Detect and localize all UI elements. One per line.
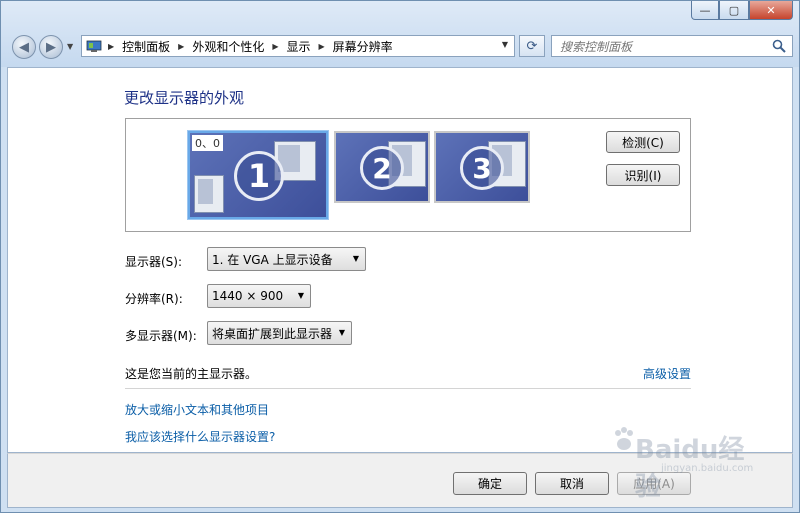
- multi-display-select-value: 将桌面扩展到此显示器: [212, 326, 333, 341]
- chevron-right-icon[interactable]: ▶: [272, 42, 278, 51]
- address-bar[interactable]: ▶ 控制面板 ▶ 外观和个性化 ▶ 显示 ▶ 屏幕分辨率 ▼: [81, 35, 515, 57]
- window-thumbnail: [194, 175, 224, 213]
- text-size-link[interactable]: 放大或缩小文本和其他项目: [125, 401, 269, 418]
- refresh-button[interactable]: ⟳: [519, 35, 545, 57]
- monitor-number-badge: 1: [234, 151, 284, 201]
- breadcrumb: ▶ 控制面板 ▶ 外观和个性化 ▶ 显示 ▶ 屏幕分辨率: [106, 38, 393, 55]
- monitor-coordinate-label: 0、0: [192, 135, 223, 151]
- search-box[interactable]: [551, 35, 793, 57]
- multi-display-label: 多显示器(M):: [125, 329, 197, 343]
- monitor-1[interactable]: 0、0 1: [187, 130, 329, 220]
- chevron-right-icon[interactable]: ▶: [178, 42, 184, 51]
- chevron-right-icon[interactable]: ▶: [319, 42, 325, 51]
- detect-button[interactable]: 检测(C): [606, 131, 680, 153]
- monitor-number-badge: 3: [460, 146, 504, 190]
- maximize-button[interactable]: ▢: [719, 1, 749, 20]
- monitor-arrangement-panel[interactable]: 0、0 1 2 3 检测(C) 识别(I): [125, 118, 691, 232]
- search-icon[interactable]: [772, 39, 786, 53]
- display-select-value: 1. 在 VGA 上显示设备: [212, 252, 333, 267]
- monitor-2[interactable]: 2: [334, 131, 430, 203]
- ok-button[interactable]: 确定: [453, 472, 527, 495]
- watermark: Baidu经验 jingyan.baidu.com: [613, 423, 763, 502]
- advanced-settings-link[interactable]: 高级设置: [643, 365, 691, 382]
- identify-button[interactable]: 识别(I): [606, 164, 680, 186]
- page-title: 更改显示器的外观: [124, 89, 245, 107]
- resolution-select-value: 1440 × 900: [212, 289, 284, 303]
- chevron-right-icon: ▶: [108, 41, 115, 51]
- minimize-button[interactable]: —: [691, 1, 719, 20]
- window: — ▢ ✕ ◀ ▶ ▼ ▶ 控制面板 ▶ 外观和个性化 ▶ 显示 ▶ 屏幕分辨率: [0, 0, 800, 513]
- refresh-icon: ⟳: [526, 38, 538, 54]
- chevron-down-icon: ▼: [352, 254, 359, 263]
- close-button[interactable]: ✕: [749, 1, 793, 20]
- monitor-number-badge: 2: [360, 146, 404, 190]
- primary-display-text: 这是您当前的主显示器。: [125, 367, 258, 381]
- window-chrome: — ▢ ✕ ◀ ▶ ▼ ▶ 控制面板 ▶ 外观和个性化 ▶ 显示 ▶ 屏幕分辨率: [1, 1, 799, 67]
- forward-button[interactable]: ▶: [39, 35, 63, 59]
- resolution-select[interactable]: 1440 × 900 ▼: [207, 284, 311, 308]
- forward-icon: ▶: [46, 39, 56, 55]
- resolution-label: 分辨率(R):: [125, 292, 183, 306]
- address-dropdown-icon[interactable]: ▼: [502, 40, 508, 49]
- main-content: 更改显示器的外观 0、0 1 2 3 检测(C) 识别(I) 显示器(S): 1…: [7, 67, 793, 453]
- back-icon: ◀: [19, 39, 29, 55]
- display-label: 显示器(S):: [125, 255, 183, 269]
- monitor-3[interactable]: 3: [434, 131, 530, 203]
- search-input[interactable]: [558, 37, 762, 57]
- watermark-subtext: jingyan.baidu.com: [661, 463, 754, 474]
- breadcrumb-resolution[interactable]: 屏幕分辨率: [333, 38, 393, 55]
- display-select[interactable]: 1. 在 VGA 上显示设备 ▼: [207, 247, 366, 271]
- which-settings-link[interactable]: 我应该选择什么显示器设置?: [125, 428, 275, 445]
- cancel-button[interactable]: 取消: [535, 472, 609, 495]
- breadcrumb-control-panel[interactable]: 控制面板: [122, 38, 170, 55]
- multi-display-select[interactable]: 将桌面扩展到此显示器 ▼: [207, 321, 352, 345]
- caption-buttons: — ▢ ✕: [691, 1, 793, 20]
- control-panel-icon: [86, 40, 102, 52]
- breadcrumb-display[interactable]: 显示: [287, 38, 311, 55]
- divider: [125, 388, 691, 389]
- paw-icon: [615, 427, 633, 450]
- chevron-down-icon: ▼: [338, 328, 345, 337]
- chevron-down-icon: ▼: [297, 291, 304, 300]
- back-button[interactable]: ◀: [12, 35, 36, 59]
- breadcrumb-appearance[interactable]: 外观和个性化: [192, 38, 264, 55]
- recent-pages-dropdown[interactable]: ▼: [67, 42, 73, 51]
